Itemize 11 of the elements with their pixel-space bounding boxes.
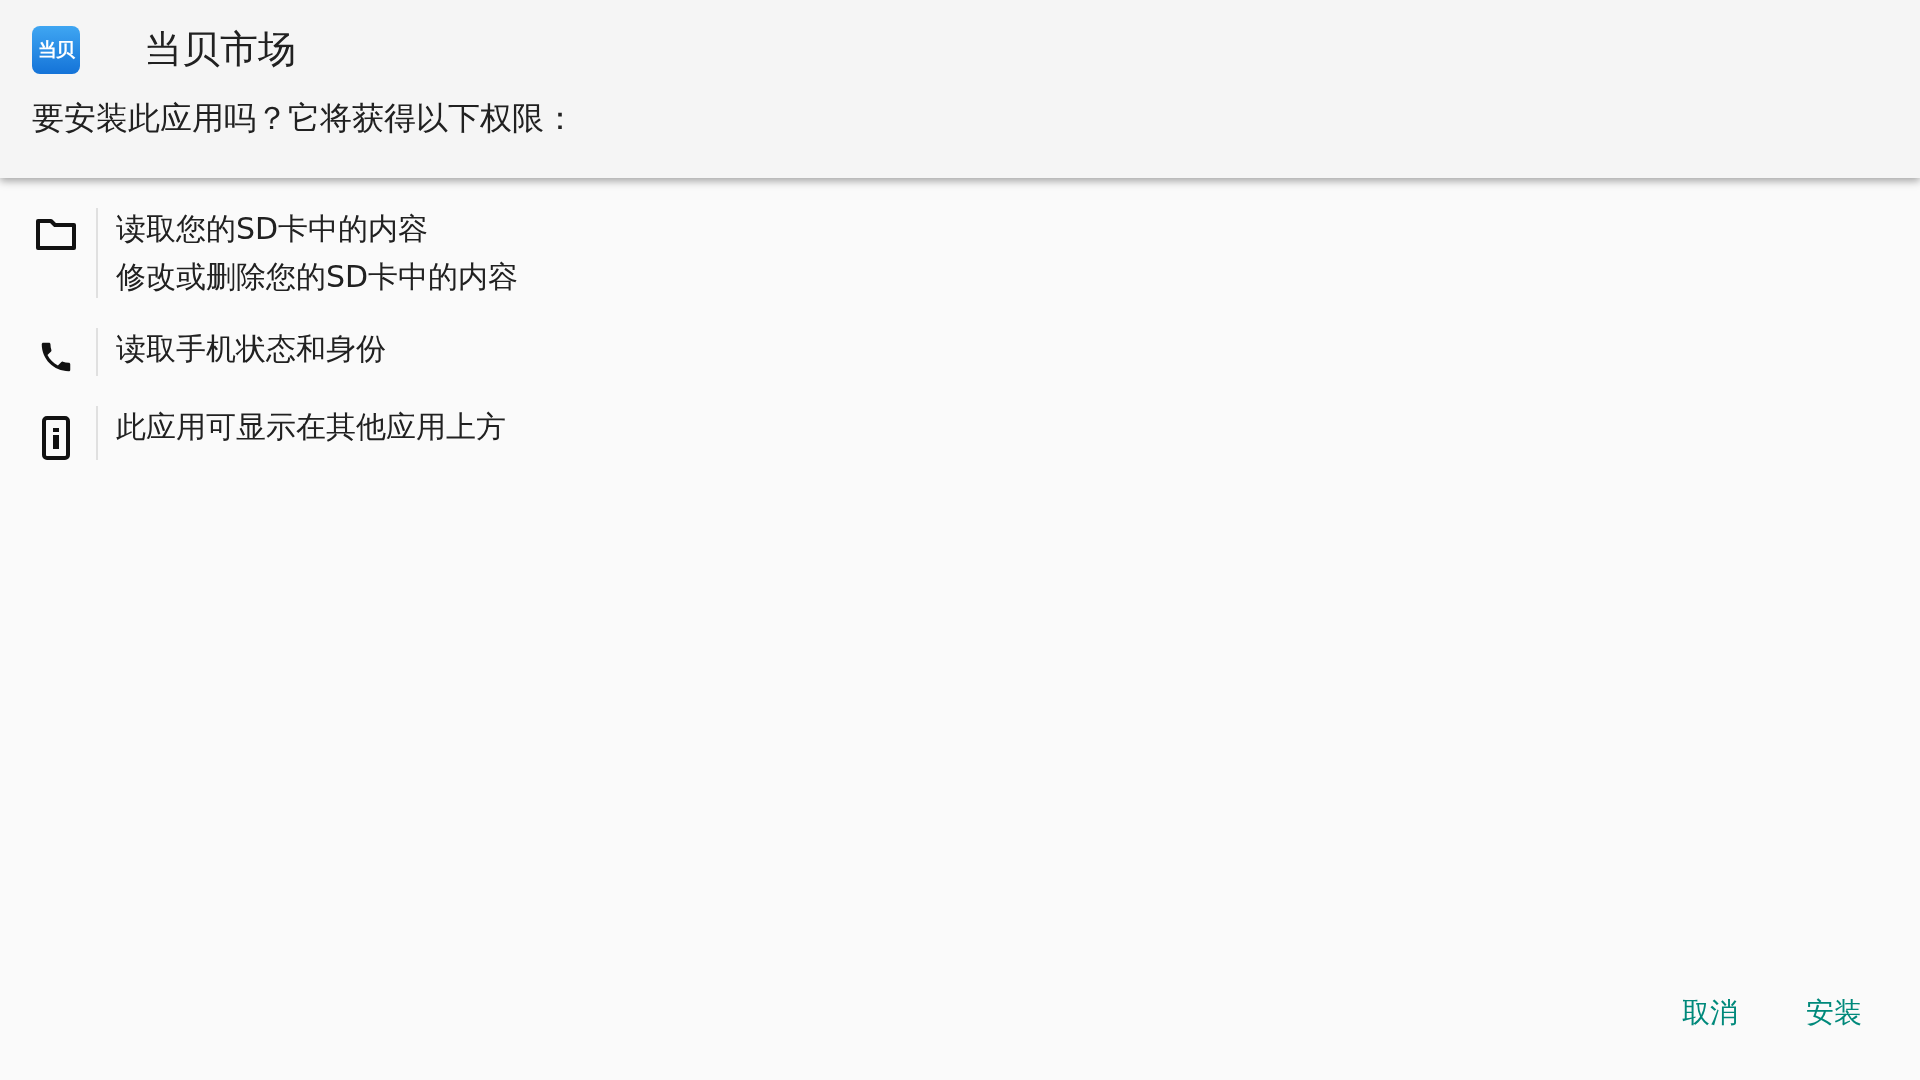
permission-text: 此应用可显示在其他应用上方 xyxy=(116,408,506,446)
permission-text: 读取您的SD卡中的内容 xyxy=(116,210,430,248)
install-prompt: 要安装此应用吗？它将获得以下权限： xyxy=(32,98,577,139)
cancel-button[interactable]: 取消 xyxy=(1672,986,1748,1040)
app-name: 当贝市场 xyxy=(144,26,296,73)
permission-text: 修改或删除您的SD卡中的内容 xyxy=(116,258,519,296)
app-icon: 当贝 xyxy=(32,25,80,74)
folder-icon xyxy=(36,218,76,250)
install-button[interactable]: 安装 xyxy=(1796,986,1872,1040)
permission-text: 读取手机状态和身份 xyxy=(116,330,386,368)
info-phone-icon xyxy=(42,416,70,460)
